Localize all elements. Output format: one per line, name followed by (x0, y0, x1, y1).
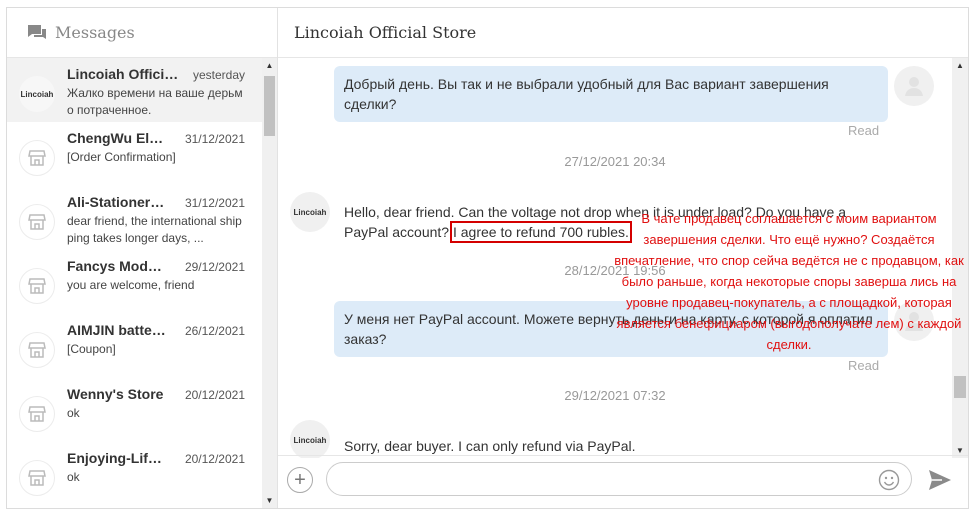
read-status: Read (848, 123, 880, 138)
store-icon (19, 204, 55, 240)
store-icon (19, 396, 55, 432)
conversation-item[interactable]: AIMJIN batte… 26/12/2021 [Coupon] (7, 314, 262, 378)
conversation-name: Ali-Stationer… (67, 194, 165, 210)
conversation-item[interactable]: ChengWu El… 31/12/2021 [Order Confirmati… (7, 122, 262, 186)
conversation-date: 31/12/2021 (184, 196, 245, 210)
store-avatar: Lincoiah (19, 76, 55, 112)
message-text: Добрый день. Вы так и не выбрали удобный… (344, 76, 829, 112)
conversation-date: 20/12/2021 (184, 452, 245, 466)
chat-header: Lincoiah Official Store (278, 8, 968, 58)
conversation-date: 26/12/2021 (184, 324, 245, 338)
conversation-item[interactable]: Ali-Stationer… 31/12/2021 dear friend, t… (7, 186, 262, 250)
conversation-date: 31/12/2021 (184, 132, 245, 146)
store-icon (19, 268, 55, 304)
avatar-logo-text: Lincoiah (293, 207, 327, 217)
timestamp: 27/12/2021 20:34 (564, 154, 666, 169)
smiley-icon[interactable] (878, 469, 900, 491)
read-status: Read (848, 358, 880, 373)
store-avatar: Lincoiah (290, 192, 330, 232)
store-icon (19, 140, 55, 176)
conversation-name: Wenny's Store (67, 386, 164, 402)
user-avatar (894, 66, 934, 106)
conversation-date: yesterday (192, 68, 245, 82)
conversation-preview: ok (67, 470, 80, 484)
scroll-down-arrow-icon[interactable]: ▼ (262, 493, 277, 508)
conversation-name: AIMJIN batte… (67, 322, 166, 338)
user-silhouette-icon (905, 77, 923, 96)
sidebar-scroll-thumb[interactable] (264, 76, 275, 136)
conversation-preview: Жалко времени на ваше дерьмо потраченное… (67, 86, 243, 117)
conversation-date: 29/12/2021 (184, 260, 245, 274)
conversation-list: Lincoiah Lincoiah Offici… yesterday Жалк… (7, 58, 262, 508)
conversation-preview: you are welcome, friend (67, 278, 195, 292)
message-input[interactable] (326, 462, 912, 496)
chat-scroll-thumb[interactable] (954, 376, 966, 398)
send-icon[interactable] (928, 469, 952, 491)
conversation-name: ChengWu El… (67, 130, 164, 146)
chat-store-name: Lincoiah Official Store (294, 23, 477, 42)
store-icon (19, 332, 55, 368)
sidebar-title: Messages (55, 23, 135, 42)
conversation-item[interactable]: Wenny's Store 20/12/2021 ok (7, 378, 262, 442)
avatar-logo-text: Lincoiah (20, 89, 54, 99)
conversation-preview: [Order Confirmation] (67, 150, 176, 164)
conversation-sidebar: Messages Lincoiah Lincoiah Offici… yeste… (7, 8, 278, 508)
timestamp: 29/12/2021 07:32 (564, 388, 666, 403)
store-icon (19, 460, 55, 496)
conversation-preview: [Coupon] (67, 342, 116, 356)
outgoing-message: Добрый день. Вы так и не выбрали удобный… (334, 66, 888, 122)
conversation-name: Fancys Mod… (67, 258, 162, 274)
sidebar-header: Messages (7, 8, 277, 58)
message-text: Sorry, dear buyer. I can only refund via… (344, 438, 636, 454)
sidebar-scrollbar[interactable]: ▲ ▼ (262, 58, 277, 508)
conversation-preview: ok (67, 406, 80, 420)
store-avatar: Lincoiah (290, 420, 330, 458)
conversation-preview: dear friend, the international shipping … (67, 214, 242, 245)
conversation-item[interactable]: Enjoying-Lif… 20/12/2021 ok (7, 442, 262, 506)
scroll-up-arrow-icon[interactable]: ▲ (952, 58, 968, 73)
chat-bubbles-icon (28, 24, 46, 39)
incoming-message: Sorry, dear buyer. I can only refund via… (334, 428, 894, 458)
conversation-name: Lincoiah Offici… (67, 66, 179, 82)
message-composer: + (278, 455, 968, 508)
avatar-logo-text: Lincoiah (293, 435, 327, 445)
highlighted-refund-text: I agree to refund 700 rubles. (449, 221, 632, 243)
scroll-up-arrow-icon[interactable]: ▲ (262, 58, 277, 73)
conversation-date: 20/12/2021 (184, 388, 245, 402)
annotation-text: В чате продавец соглашается с моим вариа… (614, 211, 964, 352)
conversation-name: Enjoying-Lif… (67, 450, 162, 466)
conversation-item[interactable]: Fancys Mod… 29/12/2021 you are welcome, … (7, 250, 262, 314)
conversation-item[interactable]: Lincoiah Lincoiah Offici… yesterday Жалк… (7, 58, 262, 122)
plus-icon[interactable]: + (287, 467, 313, 493)
